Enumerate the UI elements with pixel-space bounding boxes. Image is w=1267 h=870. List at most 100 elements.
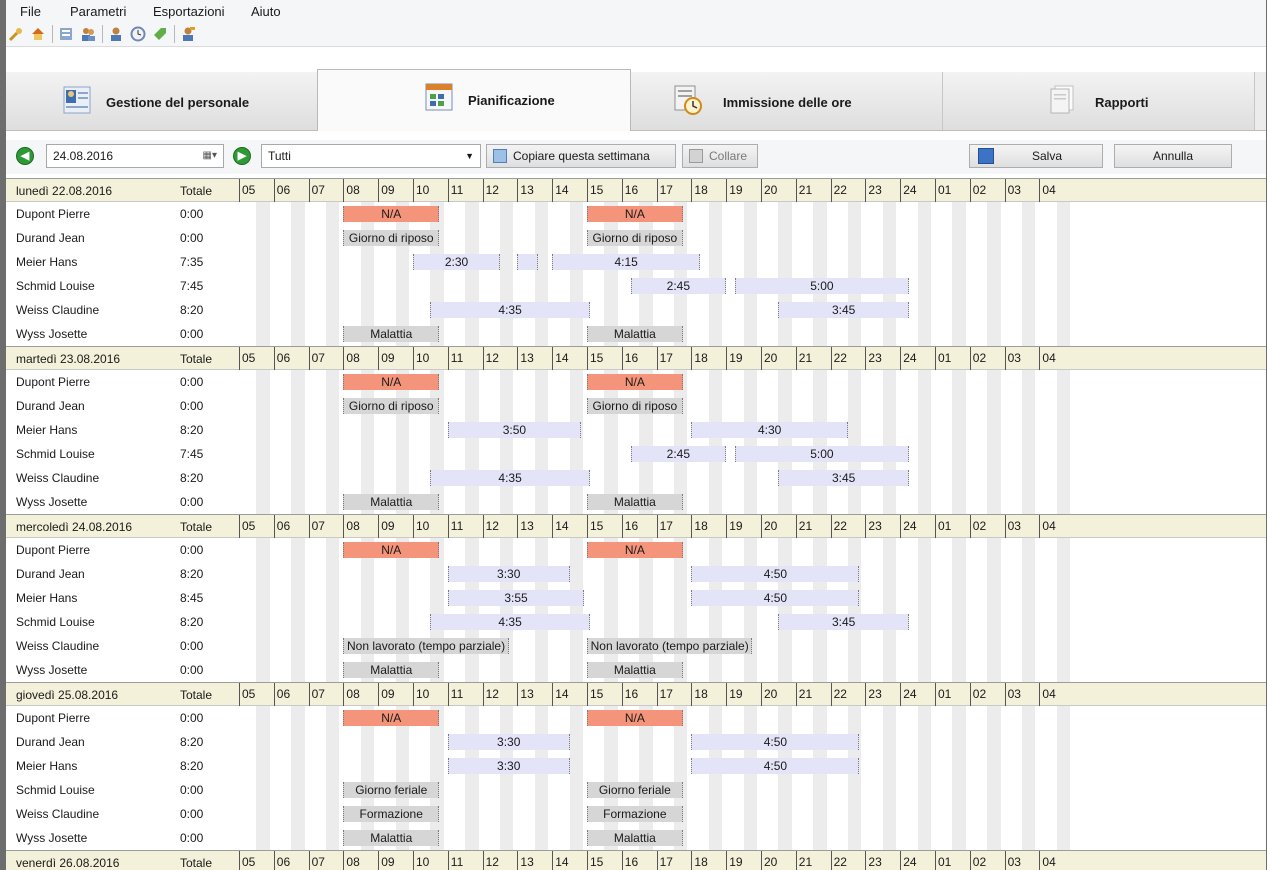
employee-filter-select[interactable]: Tutti ▼: [261, 144, 481, 168]
employee-row[interactable]: Meier Hans 8:20 3:30 4:50: [6, 754, 1266, 778]
employee-row[interactable]: Durand Jean 8:20 3:30 4:50: [6, 730, 1266, 754]
home-icon[interactable]: [30, 26, 46, 42]
employee-row[interactable]: Dupont Pierre 0:00 N/A N/A: [6, 370, 1266, 394]
unavailable-block[interactable]: N/A: [587, 374, 683, 390]
paste-button[interactable]: Collare: [682, 144, 758, 168]
clock-icon[interactable]: [130, 26, 146, 42]
absence-block[interactable]: Giorno di riposo: [587, 398, 683, 414]
shift-block[interactable]: 3:50: [447, 422, 582, 438]
employee-row[interactable]: Schmid Louise 7:45 2:45 5:00: [6, 274, 1266, 298]
shift-block[interactable]: 4:35: [430, 470, 590, 486]
employee-row[interactable]: Schmid Louise 7:45 2:45 5:00: [6, 442, 1266, 466]
absence-block[interactable]: Malattia: [343, 326, 440, 342]
unavailable-block[interactable]: N/A: [343, 374, 440, 390]
absence-block[interactable]: Giorno di riposo: [587, 230, 683, 246]
absence-block[interactable]: Malattia: [343, 662, 440, 678]
user-icon[interactable]: [108, 26, 124, 42]
tag-icon[interactable]: [152, 26, 168, 42]
copy-week-button[interactable]: Copiare questa settimana: [486, 144, 676, 168]
employee-row[interactable]: Weiss Claudine 0:00 Formazione Formazione: [6, 802, 1266, 826]
shift-block[interactable]: [517, 254, 539, 270]
employee-row[interactable]: Weiss Claudine 8:20 4:35 3:45: [6, 466, 1266, 490]
absence-block[interactable]: Giorno di riposo: [343, 230, 440, 246]
employee-row[interactable]: Weiss Claudine 0:00 Non lavorato (tempo pa…: [6, 634, 1266, 658]
absence-block[interactable]: Malattia: [343, 830, 440, 846]
employee-row[interactable]: Meier Hans 8:20 3:50 4:30: [6, 418, 1266, 442]
menu-file[interactable]: File: [20, 4, 41, 19]
employee-row[interactable]: Schmid Louise 0:00 Giorno feriale Giorno fe…: [6, 778, 1266, 802]
wrench-icon[interactable]: [8, 26, 24, 42]
shift-block[interactable]: 4:35: [430, 614, 590, 630]
shift-block[interactable]: 3:45: [778, 614, 909, 630]
absence-block[interactable]: Malattia: [587, 662, 683, 678]
shift-block[interactable]: 3:30: [447, 566, 570, 582]
employee-row[interactable]: Durand Jean 8:20 3:30 4:50: [6, 562, 1266, 586]
tab-immissione-ore[interactable]: Immissione delle ore: [631, 72, 943, 130]
absence-block[interactable]: Malattia: [587, 830, 683, 846]
shift-block[interactable]: 5:00: [734, 278, 909, 294]
shift-block[interactable]: 4:30: [691, 422, 848, 438]
shift-block[interactable]: 3:45: [778, 302, 909, 318]
absence-block[interactable]: Formazione: [343, 806, 440, 822]
next-day-button[interactable]: ▶: [233, 147, 251, 165]
unavailable-block[interactable]: N/A: [587, 710, 683, 726]
employee-row[interactable]: Weiss Claudine 8:20 4:35 3:45: [6, 298, 1266, 322]
menu-esportazioni[interactable]: Esportazioni: [153, 4, 225, 19]
shift-block[interactable]: 3:30: [447, 758, 570, 774]
tab-pianificazione[interactable]: Pianificazione: [317, 69, 631, 131]
end-handle[interactable]: [537, 254, 539, 270]
shift-block[interactable]: 4:15: [552, 254, 701, 270]
shift-block[interactable]: 3:30: [447, 734, 570, 750]
employee-row[interactable]: Dupont Pierre 0:00 N/A N/A: [6, 538, 1266, 562]
absence-block[interactable]: Formazione: [587, 806, 683, 822]
shift-block[interactable]: 5:00: [734, 446, 909, 462]
user-edit-icon[interactable]: [180, 26, 196, 42]
employee-row[interactable]: Dupont Pierre 0:00 N/A N/A: [6, 202, 1266, 226]
unavailable-block[interactable]: N/A: [587, 542, 683, 558]
shift-block[interactable]: 2:45: [630, 446, 727, 462]
users-icon[interactable]: [80, 26, 96, 42]
start-handle[interactable]: [517, 254, 519, 270]
unavailable-block[interactable]: N/A: [343, 542, 440, 558]
employee-row[interactable]: Dupont Pierre 0:00 N/A N/A: [6, 706, 1266, 730]
cancel-button[interactable]: Annulla: [1114, 144, 1232, 168]
tab-gestione-personale[interactable]: Gestione del personale: [6, 72, 318, 130]
employee-row[interactable]: Wyss Josette 0:00 Malattia Malattia: [6, 490, 1266, 514]
shift-block[interactable]: 2:45: [630, 278, 727, 294]
shift-block[interactable]: 4:50: [691, 590, 860, 606]
absence-block[interactable]: Malattia: [587, 326, 683, 342]
date-picker[interactable]: 24.08.2016 ▦▾: [46, 144, 224, 168]
employee-row[interactable]: Wyss Josette 0:00 Malattia Malattia: [6, 658, 1266, 682]
absence-block[interactable]: Giorno feriale: [587, 782, 683, 798]
shift-block[interactable]: 3:55: [447, 590, 585, 606]
previous-day-button[interactable]: ◀: [16, 147, 34, 165]
shift-block[interactable]: 4:50: [691, 734, 860, 750]
employee-row[interactable]: Wyss Josette 0:00 Malattia Malattia: [6, 826, 1266, 850]
calendar-dropdown-icon[interactable]: ▦▾: [203, 145, 217, 167]
absence-block[interactable]: Giorno feriale: [343, 782, 440, 798]
employee-row[interactable]: Wyss Josette 0:00 Malattia Malattia: [6, 322, 1266, 346]
menu-aiuto[interactable]: Aiuto: [251, 4, 281, 19]
unavailable-block[interactable]: N/A: [587, 206, 683, 222]
employee-row[interactable]: Schmid Louise 8:20 4:35 3:45: [6, 610, 1266, 634]
absence-block[interactable]: Giorno di riposo: [343, 398, 440, 414]
employee-row[interactable]: Meier Hans 8:45 3:55 4:50: [6, 586, 1266, 610]
shift-block[interactable]: 2:30: [413, 254, 500, 270]
shift-block[interactable]: 3:45: [778, 470, 909, 486]
employee-row[interactable]: Durand Jean 0:00 Giorno di riposo Giorno di…: [6, 226, 1266, 250]
employee-row[interactable]: Meier Hans 7:35 2:30 4:15: [6, 250, 1266, 274]
menu-parametri[interactable]: Parametri: [70, 4, 126, 19]
tab-rapporti[interactable]: Rapporti: [943, 72, 1255, 130]
shift-block[interactable]: 4:35: [430, 302, 590, 318]
absence-block[interactable]: Malattia: [587, 494, 683, 510]
absence-block[interactable]: Non lavorato (tempo parziale): [587, 638, 753, 654]
employee-row[interactable]: Durand Jean 0:00 Giorno di riposo Giorno di…: [6, 394, 1266, 418]
shift-block[interactable]: 4:50: [691, 566, 860, 582]
absence-block[interactable]: Non lavorato (tempo parziale): [343, 638, 509, 654]
shift-block[interactable]: 4:50: [691, 758, 860, 774]
save-button[interactable]: Salva: [969, 144, 1103, 168]
absence-block[interactable]: Malattia: [343, 494, 440, 510]
unavailable-block[interactable]: N/A: [343, 710, 440, 726]
unavailable-block[interactable]: N/A: [343, 206, 440, 222]
document-icon[interactable]: [58, 26, 74, 42]
